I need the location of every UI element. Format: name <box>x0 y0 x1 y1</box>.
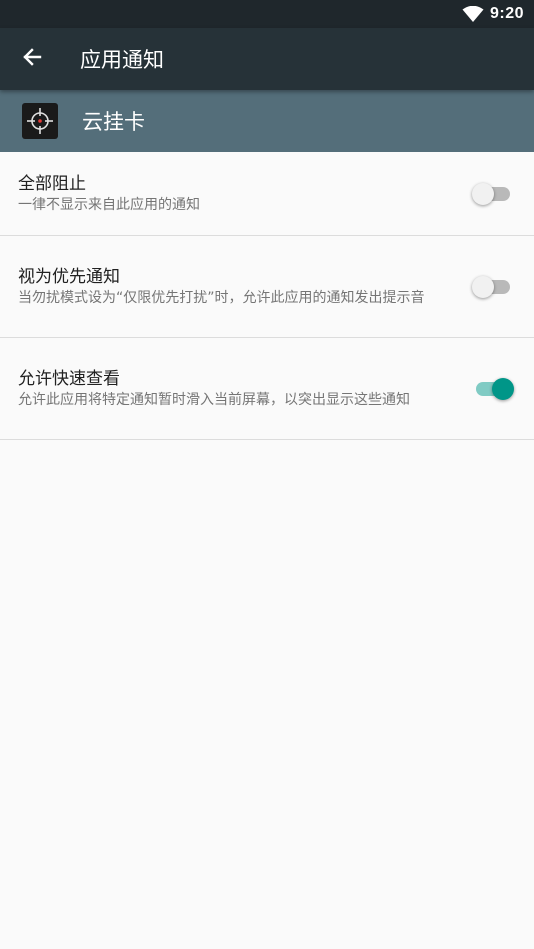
status-bar: 9:20 <box>0 0 534 28</box>
wifi-icon <box>462 5 484 22</box>
app-bar: 应用通知 <box>0 28 534 90</box>
app-name: 云挂卡 <box>82 110 145 134</box>
peek-toggle[interactable] <box>472 375 516 403</box>
app-header: 云挂卡 <box>0 90 534 152</box>
page-title: 应用通知 <box>80 48 164 72</box>
crosshair-app-icon <box>22 103 58 139</box>
setting-subtitle: 一律不显示来自此应用的通知 <box>18 197 200 213</box>
priority-toggle[interactable] <box>472 273 516 301</box>
toggle-thumb <box>472 275 494 298</box>
arrow-back-icon <box>22 47 42 71</box>
toggle-thumb <box>472 182 494 205</box>
setting-subtitle: 允许此应用将特定通知暂时滑入当前屏幕，以突出显示这些通知 <box>18 392 410 408</box>
back-button[interactable] <box>0 28 64 90</box>
status-time: 9:20 <box>489 5 524 22</box>
toggle-thumb <box>492 377 514 400</box>
setting-row-priority[interactable]: 视为优先通知 当勿扰模式设为“仅限优先打扰”时，允许此应用的通知发出提示音 <box>0 236 534 338</box>
setting-title: 允许快速查看 <box>18 369 120 389</box>
setting-title: 全部阻止 <box>18 174 86 194</box>
block-all-toggle[interactable] <box>472 180 516 208</box>
setting-subtitle: 当勿扰模式设为“仅限优先打扰”时，允许此应用的通知发出提示音 <box>18 290 425 306</box>
setting-row-block-all[interactable]: 全部阻止 一律不显示来自此应用的通知 <box>0 152 534 236</box>
setting-row-peek[interactable]: 允许快速查看 允许此应用将特定通知暂时滑入当前屏幕，以突出显示这些通知 <box>0 338 534 440</box>
setting-title: 视为优先通知 <box>18 267 120 287</box>
